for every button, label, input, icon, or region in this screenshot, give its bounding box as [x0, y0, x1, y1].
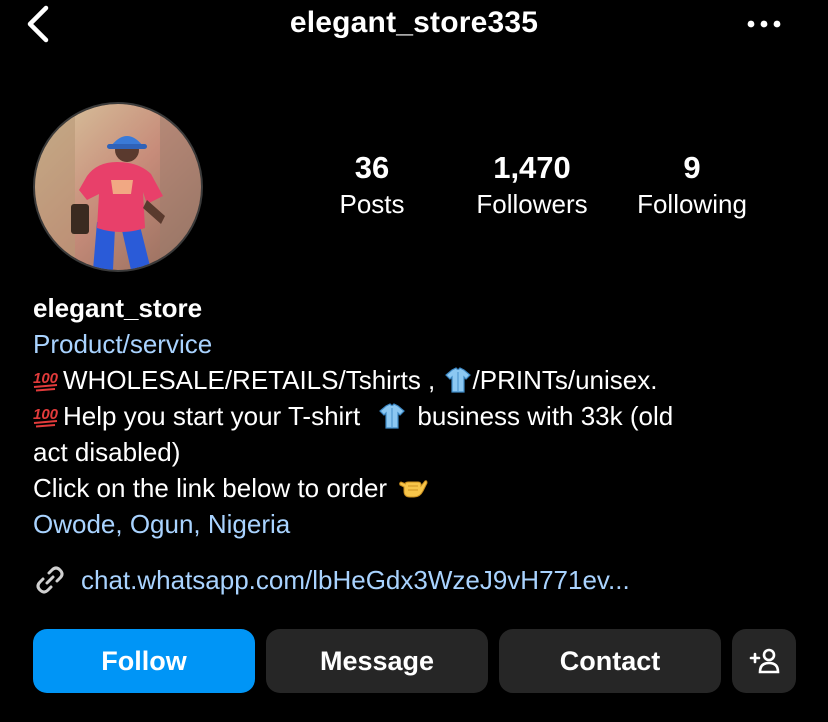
location-label[interactable]: Owode, Ogun, Nigeria: [33, 506, 803, 542]
bio-line-1-text-b: /PRINTs/unisex.: [472, 365, 658, 395]
bio-line-4-text: Click on the link below to order: [33, 473, 388, 503]
link-icon: [36, 566, 64, 594]
tshirt-icon: [379, 403, 406, 429]
profile-username-title: elegant_store335: [289, 6, 539, 39]
follow-button[interactable]: Follow: [33, 629, 255, 693]
followers-count: 1,470: [493, 150, 571, 185]
follow-button-label: Follow: [101, 645, 187, 676]
following-label: Following: [637, 189, 747, 219]
bio-line-2-text-a: Help you start your T-shirt: [63, 401, 361, 431]
followers-stat[interactable]: 1,470 Followers: [462, 150, 602, 220]
suggested-users-button[interactable]: [732, 629, 796, 693]
contact-button[interactable]: Contact: [499, 629, 721, 693]
posts-label: Posts: [339, 189, 405, 219]
bio-line-3: act disabled): [33, 437, 181, 467]
external-link[interactable]: chat.whatsapp.com/lbHeGdx3WzeJ9vH771ev..…: [33, 560, 630, 600]
bio-line-4: Click on the link below to order: [33, 470, 803, 506]
followers-label: Followers: [476, 189, 588, 219]
avatar-photo: [35, 104, 201, 270]
top-bar: elegant_store335: [0, 0, 828, 48]
message-button-label: Message: [319, 645, 435, 676]
link-text: chat.whatsapp.com/lbHeGdx3WzeJ9vH771ev..…: [81, 564, 630, 595]
hundred-points-icon: 100: [33, 370, 59, 392]
message-button[interactable]: Message: [266, 629, 488, 693]
profile-avatar[interactable]: [33, 102, 203, 272]
following-count: 9: [683, 150, 701, 185]
posts-stat[interactable]: 36 Posts: [322, 150, 422, 220]
category-label[interactable]: Product/service: [33, 326, 803, 362]
add-user-icon: [749, 648, 780, 674]
bio-line-2: 100 Help you start your T-shirt business…: [33, 398, 803, 434]
more-options-button[interactable]: [744, 10, 784, 38]
more-horizontal-icon: [747, 20, 781, 28]
profile-bio: elegant_store Product/service 100 WHOLES…: [33, 290, 803, 542]
bio-line-2-text-b: business with 33k (old: [417, 401, 674, 431]
following-stat[interactable]: 9 Following: [622, 150, 762, 220]
tshirt-icon: [444, 367, 471, 393]
bio-line-1-text-a: WHOLESALE/RETAILS/Tshirts ,: [63, 365, 436, 395]
posts-count: 36: [354, 150, 390, 185]
display-name: elegant_store: [33, 293, 203, 323]
hundred-points-icon: 100: [33, 406, 59, 428]
bio-line-1: 100 WHOLESALE/RETAILS/Tshirts , /PRINTs/…: [33, 362, 803, 398]
call-me-hand-icon: [399, 480, 428, 498]
contact-button-label: Contact: [559, 645, 661, 676]
